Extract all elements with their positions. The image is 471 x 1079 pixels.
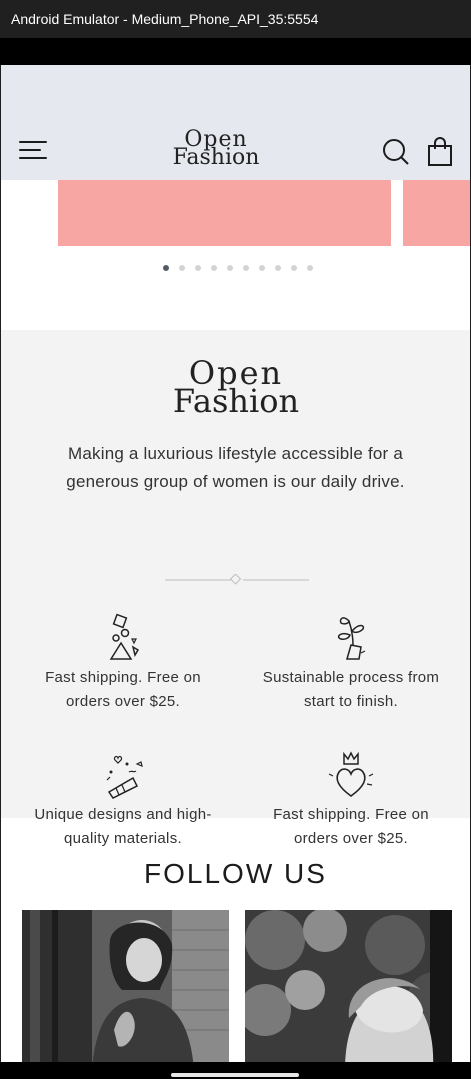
- feature-text: Sustainable process from start to finish…: [262, 669, 440, 710]
- feature-text: Fast shipping. Free on orders over $25.: [273, 806, 429, 847]
- search-icon: [383, 139, 409, 165]
- emulator-title-bar: Android Emulator - Medium_Phone_API_35:5…: [0, 0, 471, 38]
- portrait-photo-image: [22, 910, 229, 1068]
- about-brand-line2: Fashion: [172, 382, 300, 420]
- about-tagline: Making a luxurious lifestyle accessible …: [66, 444, 405, 491]
- about-section: Open Fashion Making a luxurious lifestyl…: [1, 330, 470, 847]
- feature-text: Unique designs and high-quality material…: [34, 806, 212, 847]
- carousel-dot[interactable]: [275, 265, 281, 271]
- follow-us-heading: FOLLOW US: [144, 858, 327, 889]
- shapes-icon: [109, 613, 140, 660]
- carousel-slide[interactable]: [58, 180, 391, 246]
- carousel-dot[interactable]: [243, 265, 249, 271]
- carousel-dot[interactable]: [227, 265, 233, 271]
- menu-button[interactable]: [19, 139, 49, 163]
- search-button[interactable]: [381, 137, 411, 167]
- feature-item: Fast shipping. Free on orders over $25.: [251, 750, 451, 851]
- carousel-dot[interactable]: [307, 265, 313, 271]
- home-gesture-handle[interactable]: [171, 1073, 299, 1077]
- crowned-heart-icon: [328, 751, 374, 797]
- shopping-bag-icon: [428, 137, 452, 166]
- carousel-dot[interactable]: [291, 265, 297, 271]
- feature-text: Fast shipping. Free on orders over $25.: [45, 669, 201, 710]
- app-header: Open Fashion: [1, 65, 470, 180]
- instagram-photo[interactable]: [22, 910, 229, 1068]
- feature-item: Sustainable process from start to finish…: [251, 613, 451, 714]
- carousel-dot[interactable]: [211, 265, 217, 271]
- party-popper-icon: [106, 755, 143, 799]
- carousel-dot[interactable]: [195, 265, 201, 271]
- plant-pot-icon: [337, 617, 366, 660]
- divider-diamond-icon: [165, 574, 309, 585]
- status-bar: [0, 38, 471, 65]
- hamburger-icon-line: [19, 141, 47, 143]
- hamburger-icon-line: [19, 157, 47, 159]
- cart-button[interactable]: [427, 137, 453, 167]
- portrait-photo-image: [245, 910, 452, 1068]
- carousel-dot[interactable]: [179, 265, 185, 271]
- brand-logo[interactable]: Open Fashion: [161, 129, 271, 171]
- app-screen: Open Fashion Open Fashion Making a luxur…: [1, 65, 470, 1068]
- feature-item: Fast shipping. Free on orders over $25.: [23, 613, 223, 714]
- feature-item: Unique designs and high-quality material…: [23, 750, 223, 851]
- carousel-dot[interactable]: [163, 265, 169, 271]
- carousel-slide-next[interactable]: [403, 180, 470, 246]
- brand-logo-line2: Fashion: [172, 145, 260, 170]
- hamburger-icon-line: [19, 149, 41, 151]
- about-brand-logo: Open Fashion: [151, 357, 321, 420]
- carousel-pagination: [1, 265, 470, 273]
- instagram-photo[interactable]: [245, 910, 452, 1068]
- carousel-dot[interactable]: [259, 265, 265, 271]
- window-title: Android Emulator - Medium_Phone_API_35:5…: [11, 11, 319, 27]
